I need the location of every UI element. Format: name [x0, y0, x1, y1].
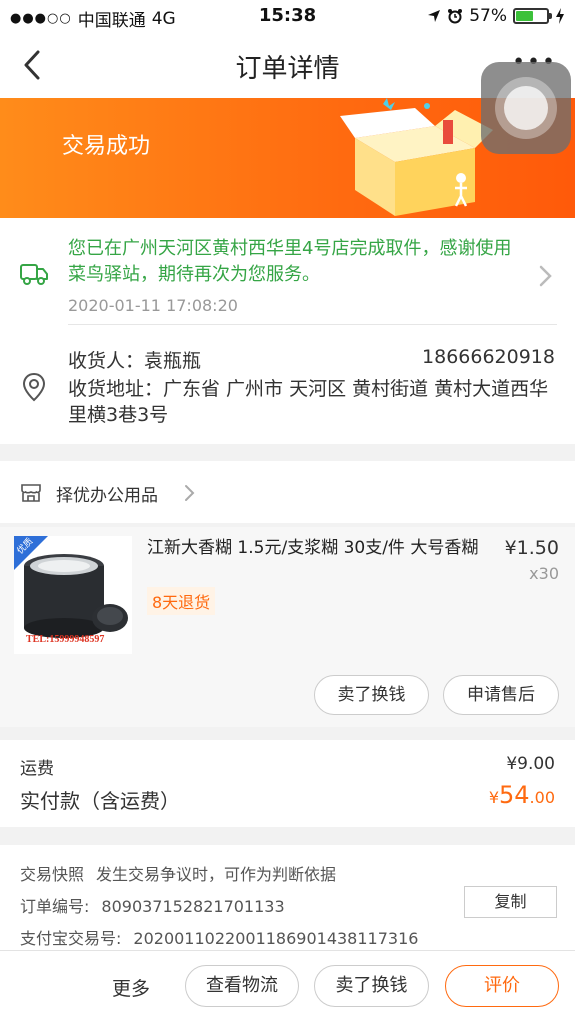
paid-currency: ¥	[488, 788, 499, 807]
chevron-right-icon[interactable]	[183, 484, 195, 502]
truck-icon	[20, 264, 48, 285]
order-number-row: 订单编号: 809037152821701133	[20, 893, 285, 917]
product-price: ¥1.50	[504, 537, 559, 559]
store-icon	[21, 484, 41, 502]
receiver-phone: 18666620918	[422, 346, 555, 368]
paid-amount: ¥54.00	[489, 781, 555, 809]
battery-icon	[513, 8, 552, 24]
trade-snapshot-row[interactable]: 交易快照 发生交易争议时，可作为判断依据	[20, 861, 336, 885]
paid-decimal: .00	[529, 788, 555, 807]
refund-policy-tag: 8天退货	[147, 587, 216, 615]
alipay-number: 2020011022001186901438117316	[133, 929, 419, 948]
assistive-core	[504, 86, 548, 130]
receiver-name: 收货人：袁瓶瓶	[68, 346, 201, 373]
after-sales-button[interactable]: 申请售后	[443, 675, 559, 715]
copy-button[interactable]: 复制	[464, 886, 557, 918]
battery-percent: 57%	[469, 6, 507, 26]
pickup-message[interactable]: 您已在广州天河区黄村西华里4号店完成取件，感谢使用菜鸟驿站，期待再次为您服务。	[68, 236, 518, 288]
order-number: 809037152821701133	[101, 897, 285, 916]
trade-status: 交易成功	[62, 134, 151, 159]
product-title[interactable]: 江新大香糊 1.5元/支浆糊 30支/件 大号香糊	[147, 536, 492, 560]
parcel-box-illustration	[340, 98, 493, 216]
receiver-address-label: 收货地址：	[68, 378, 164, 400]
assistive-ring	[495, 77, 557, 139]
chevron-right-icon[interactable]	[537, 264, 553, 288]
more-link[interactable]: 更多	[112, 974, 150, 1001]
paid-label: 实付款（含运费）	[20, 789, 180, 813]
review-button[interactable]: 评价	[445, 965, 559, 1007]
divider	[68, 324, 557, 325]
pickup-time: 2020-01-11 17:08:20	[68, 296, 238, 315]
status-bar: ●●●○○ 中国联通 4G 15:38 57%	[0, 0, 575, 32]
shipping-value: ¥9.00	[506, 754, 555, 774]
charging-icon	[556, 8, 564, 24]
product-quantity: x30	[529, 564, 559, 583]
quality-badge: 优质	[14, 536, 48, 570]
snapshot-desc: 发生交易争议时，可作为判断依据	[96, 865, 337, 884]
receiver-name-label: 收货人：	[68, 350, 145, 372]
location-pin-icon	[22, 372, 46, 402]
receiver-address: 收货地址：广东省 广州市 天河区 黄村街道 黄村大道西华里横3巷3号	[68, 376, 563, 428]
view-logistics-button[interactable]: 查看物流	[185, 965, 299, 1007]
paid-integer: 54	[499, 781, 530, 809]
alarm-icon	[448, 9, 463, 24]
order-number-label: 订单编号:	[20, 897, 90, 916]
alipay-number-row: 支付宝交易号: 2020011022001186901438117316	[20, 925, 418, 949]
snapshot-label: 交易快照	[20, 865, 85, 884]
receiver-name-value: 袁瓶瓶	[144, 350, 202, 372]
shop-name[interactable]: 择优办公用品	[56, 481, 158, 506]
location-arrow-icon	[428, 10, 441, 22]
battery-fill	[516, 11, 534, 21]
sell-button[interactable]: 卖了换钱	[314, 675, 429, 715]
thumbnail-caption: TEL:15999948597	[26, 634, 105, 645]
alipay-number-label: 支付宝交易号:	[20, 929, 122, 948]
sell-button-bottom[interactable]: 卖了换钱	[314, 965, 429, 1007]
status-right: 57%	[427, 6, 565, 26]
shipping-label: 运费	[20, 759, 54, 779]
floating-assistive-button[interactable]	[481, 62, 571, 154]
